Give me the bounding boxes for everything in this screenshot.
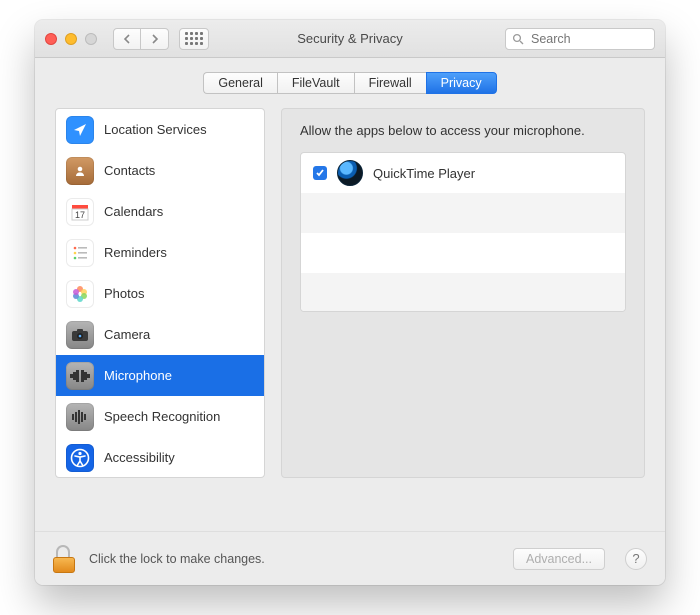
lock-hint-text: Click the lock to make changes.	[89, 552, 265, 566]
lock-icon[interactable]	[53, 545, 77, 573]
accessibility-icon	[66, 444, 94, 472]
advanced-label: Advanced...	[526, 552, 592, 566]
speech-icon	[66, 403, 94, 431]
close-button[interactable]	[45, 33, 57, 45]
sidebar-item-calendars[interactable]: 17 Calendars	[56, 191, 264, 232]
app-row[interactable]: QuickTime Player	[301, 153, 625, 193]
help-label: ?	[632, 551, 639, 566]
tab-filevault[interactable]: FileVault	[277, 72, 354, 94]
tab-label: FileVault	[292, 76, 340, 90]
sidebar-item-microphone[interactable]: Microphone	[56, 355, 264, 396]
traffic-lights	[45, 33, 97, 45]
tab-general[interactable]: General	[203, 72, 276, 94]
sidebar-item-label: Calendars	[104, 204, 163, 219]
quicktime-icon	[337, 160, 363, 186]
app-row-empty	[301, 273, 625, 312]
app-checkbox[interactable]	[313, 166, 327, 180]
show-all-button[interactable]	[179, 28, 209, 50]
app-name: QuickTime Player	[373, 166, 475, 181]
forward-button[interactable]	[141, 28, 169, 50]
maximize-button[interactable]	[85, 33, 97, 45]
sidebar-item-label: Contacts	[104, 163, 155, 178]
sidebar-item-label: Camera	[104, 327, 150, 342]
search-icon	[512, 33, 524, 45]
search-input[interactable]	[529, 31, 648, 47]
app-row-empty	[301, 233, 625, 273]
sidebar-item-reminders[interactable]: Reminders	[56, 232, 264, 273]
photos-icon	[66, 280, 94, 308]
location-icon	[66, 116, 94, 144]
tab-label: Privacy	[441, 76, 482, 90]
calendar-icon: 17	[66, 198, 94, 226]
privacy-sidebar: Location Services Contacts 17 Calendars …	[55, 108, 265, 478]
contacts-icon	[66, 157, 94, 185]
sidebar-item-label: Photos	[104, 286, 144, 301]
tab-bar: General FileVault Firewall Privacy	[35, 58, 665, 104]
sidebar-item-location[interactable]: Location Services	[56, 109, 264, 150]
content-area: Location Services Contacts 17 Calendars …	[35, 104, 665, 531]
sidebar-item-label: Speech Recognition	[104, 409, 220, 424]
microphone-icon	[66, 362, 94, 390]
sidebar-item-label: Reminders	[104, 245, 167, 260]
advanced-button[interactable]: Advanced...	[513, 548, 605, 570]
detail-heading: Allow the apps below to access your micr…	[300, 123, 626, 138]
camera-icon	[66, 321, 94, 349]
app-row-empty	[301, 193, 625, 233]
tab-label: Firewall	[369, 76, 412, 90]
grid-icon	[185, 32, 203, 45]
tab-firewall[interactable]: Firewall	[354, 72, 426, 94]
sidebar-item-label: Accessibility	[104, 450, 175, 465]
back-button[interactable]	[113, 28, 141, 50]
segmented-control: General FileVault Firewall Privacy	[203, 72, 496, 94]
titlebar: Security & Privacy	[35, 20, 665, 58]
app-list: QuickTime Player	[300, 152, 626, 312]
sidebar-item-camera[interactable]: Camera	[56, 314, 264, 355]
nav-buttons	[113, 28, 169, 50]
search-field[interactable]	[505, 28, 655, 50]
footer: Click the lock to make changes. Advanced…	[35, 531, 665, 585]
svg-text:17: 17	[75, 210, 85, 220]
sidebar-item-label: Location Services	[104, 122, 207, 137]
detail-pane: Allow the apps below to access your micr…	[281, 108, 645, 478]
preferences-window: Security & Privacy General FileVault Fir…	[35, 20, 665, 585]
reminders-icon	[66, 239, 94, 267]
help-button[interactable]: ?	[625, 548, 647, 570]
sidebar-item-speech[interactable]: Speech Recognition	[56, 396, 264, 437]
sidebar-item-photos[interactable]: Photos	[56, 273, 264, 314]
tab-label: General	[218, 76, 262, 90]
tab-privacy[interactable]: Privacy	[426, 72, 497, 94]
sidebar-item-contacts[interactable]: Contacts	[56, 150, 264, 191]
sidebar-item-accessibility[interactable]: Accessibility	[56, 437, 264, 478]
minimize-button[interactable]	[65, 33, 77, 45]
sidebar-item-label: Microphone	[104, 368, 172, 383]
